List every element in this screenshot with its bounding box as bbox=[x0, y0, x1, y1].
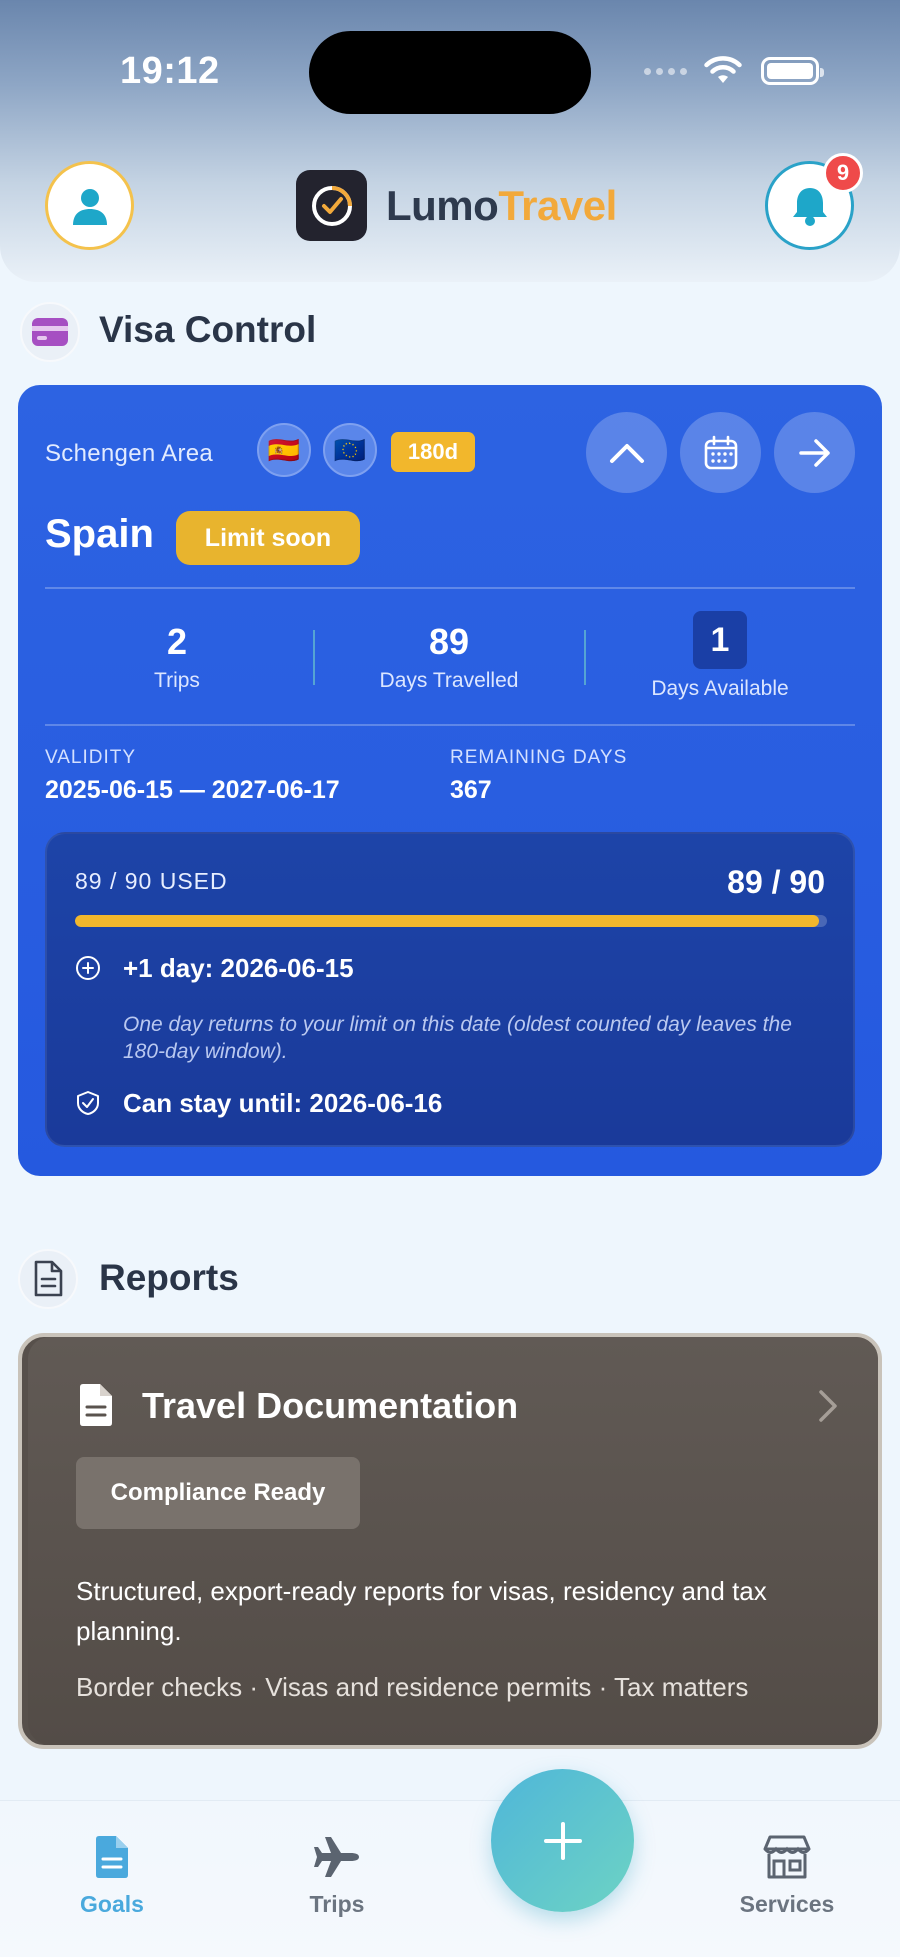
report-title: Travel Documentation bbox=[142, 1385, 519, 1426]
notification-count-badge: 9 bbox=[823, 153, 863, 193]
document-icon bbox=[18, 1249, 78, 1309]
report-description: Structured, export-ready reports for vis… bbox=[76, 1576, 767, 1646]
shield-check-icon bbox=[77, 1091, 99, 1115]
logo-icon bbox=[311, 185, 352, 226]
stat-value: 89 bbox=[428, 621, 470, 662]
stat-value: 1 bbox=[693, 611, 747, 669]
report-card-body: Travel Documentation Compliance Ready St… bbox=[28, 1337, 878, 1745]
validity-label: VALIDITY bbox=[45, 747, 137, 768]
profile-avatar-button[interactable] bbox=[45, 161, 134, 250]
app-name: LumoTravel bbox=[386, 182, 617, 230]
usage-value: 89 / 90 bbox=[727, 864, 825, 900]
nav-item-services[interactable]: Services bbox=[707, 1833, 867, 1918]
arrow-right-icon bbox=[798, 438, 830, 467]
country-name: Spain bbox=[45, 512, 154, 556]
app-header: 19:12 LumoTravel 9 bbox=[0, 0, 900, 282]
app-name-part2: Travel bbox=[498, 182, 617, 229]
wifi-icon bbox=[704, 56, 742, 83]
chevron-right-icon[interactable] bbox=[818, 1389, 838, 1423]
store-icon bbox=[763, 1835, 811, 1879]
nav-item-goals[interactable]: Goals bbox=[32, 1833, 192, 1918]
add-button[interactable] bbox=[491, 1769, 634, 1912]
stat-separator bbox=[313, 630, 315, 685]
stat-separator bbox=[584, 630, 586, 685]
spain-flag-icon: 🇪🇸 bbox=[257, 423, 311, 477]
remaining-days-value: 367 bbox=[450, 776, 492, 804]
calendar-button[interactable] bbox=[680, 412, 761, 493]
credit-card-icon bbox=[20, 302, 80, 362]
eu-flag-icon: 🇪🇺 bbox=[323, 423, 377, 477]
app-name-part1: Lumo bbox=[386, 182, 499, 229]
window-badge: 180d bbox=[391, 432, 475, 472]
stat-label: Trips bbox=[154, 669, 200, 692]
report-tags: Border checks · Visas and residence perm… bbox=[76, 1672, 749, 1702]
usage-progress-fill bbox=[75, 915, 819, 927]
stat-value: 2 bbox=[166, 621, 188, 662]
nav-label: Goals bbox=[80, 1891, 144, 1917]
bell-icon bbox=[792, 187, 827, 226]
validity-value: 2025-06-15 — 2027-06-17 bbox=[45, 776, 340, 804]
travel-documentation-card[interactable]: Travel Documentation Compliance Ready St… bbox=[18, 1333, 882, 1749]
divider bbox=[45, 724, 855, 726]
open-details-button[interactable] bbox=[774, 412, 855, 493]
visa-section-title: Visa Control bbox=[99, 309, 317, 350]
visa-region: Schengen Area bbox=[45, 440, 214, 467]
usage-label: 89 / 90 USED bbox=[75, 868, 228, 894]
stat-days-travelled: 89 Days Travelled bbox=[329, 621, 569, 693]
status-badge: Limit soon bbox=[176, 511, 360, 565]
nav-label: Services bbox=[739, 1891, 835, 1917]
user-icon bbox=[72, 188, 107, 225]
plus-day-text: +1 day: 2026-06-15 bbox=[123, 953, 354, 983]
remaining-days-label: REMAINING DAYS bbox=[450, 747, 628, 768]
airplane-icon bbox=[314, 1837, 359, 1877]
chevron-up-icon bbox=[609, 443, 644, 463]
status-icons bbox=[644, 56, 824, 86]
signal-icon bbox=[644, 67, 687, 75]
compliance-badge: Compliance Ready bbox=[76, 1457, 360, 1529]
stat-trips: 2 Trips bbox=[57, 621, 297, 693]
nav-item-trips[interactable]: Trips bbox=[257, 1833, 417, 1918]
battery-icon bbox=[761, 57, 824, 85]
stat-days-available: 1 Days Available bbox=[600, 611, 840, 701]
usage-progress-bar bbox=[75, 915, 827, 927]
stay-until-text: Can stay until: 2026-06-16 bbox=[123, 1088, 443, 1118]
stat-label: Days Travelled bbox=[379, 669, 519, 692]
calendar-icon bbox=[704, 435, 737, 469]
file-text-icon bbox=[80, 1384, 112, 1426]
app-logo bbox=[296, 170, 367, 241]
document-icon bbox=[96, 1836, 128, 1878]
usage-panel: 89 / 90 USED 89 / 90 +1 day: 2026-06-15 … bbox=[45, 832, 855, 1147]
divider bbox=[45, 587, 855, 589]
stat-label: Days Available bbox=[651, 677, 789, 700]
collapse-button[interactable] bbox=[586, 412, 667, 493]
reports-section-title: Reports bbox=[99, 1257, 239, 1298]
visa-card[interactable]: Schengen Area 🇪🇸 🇪🇺 180d Spain Limit soo… bbox=[18, 385, 882, 1176]
status-time: 19:12 bbox=[120, 50, 220, 92]
dynamic-island bbox=[309, 31, 591, 114]
nav-label: Trips bbox=[309, 1891, 365, 1917]
bottom-navigation: Goals Trips Services bbox=[0, 1800, 900, 1957]
plus-circle-icon bbox=[76, 956, 100, 980]
plus-day-note: One day returns to your limit on this da… bbox=[123, 1013, 792, 1063]
plus-icon bbox=[543, 1821, 582, 1860]
